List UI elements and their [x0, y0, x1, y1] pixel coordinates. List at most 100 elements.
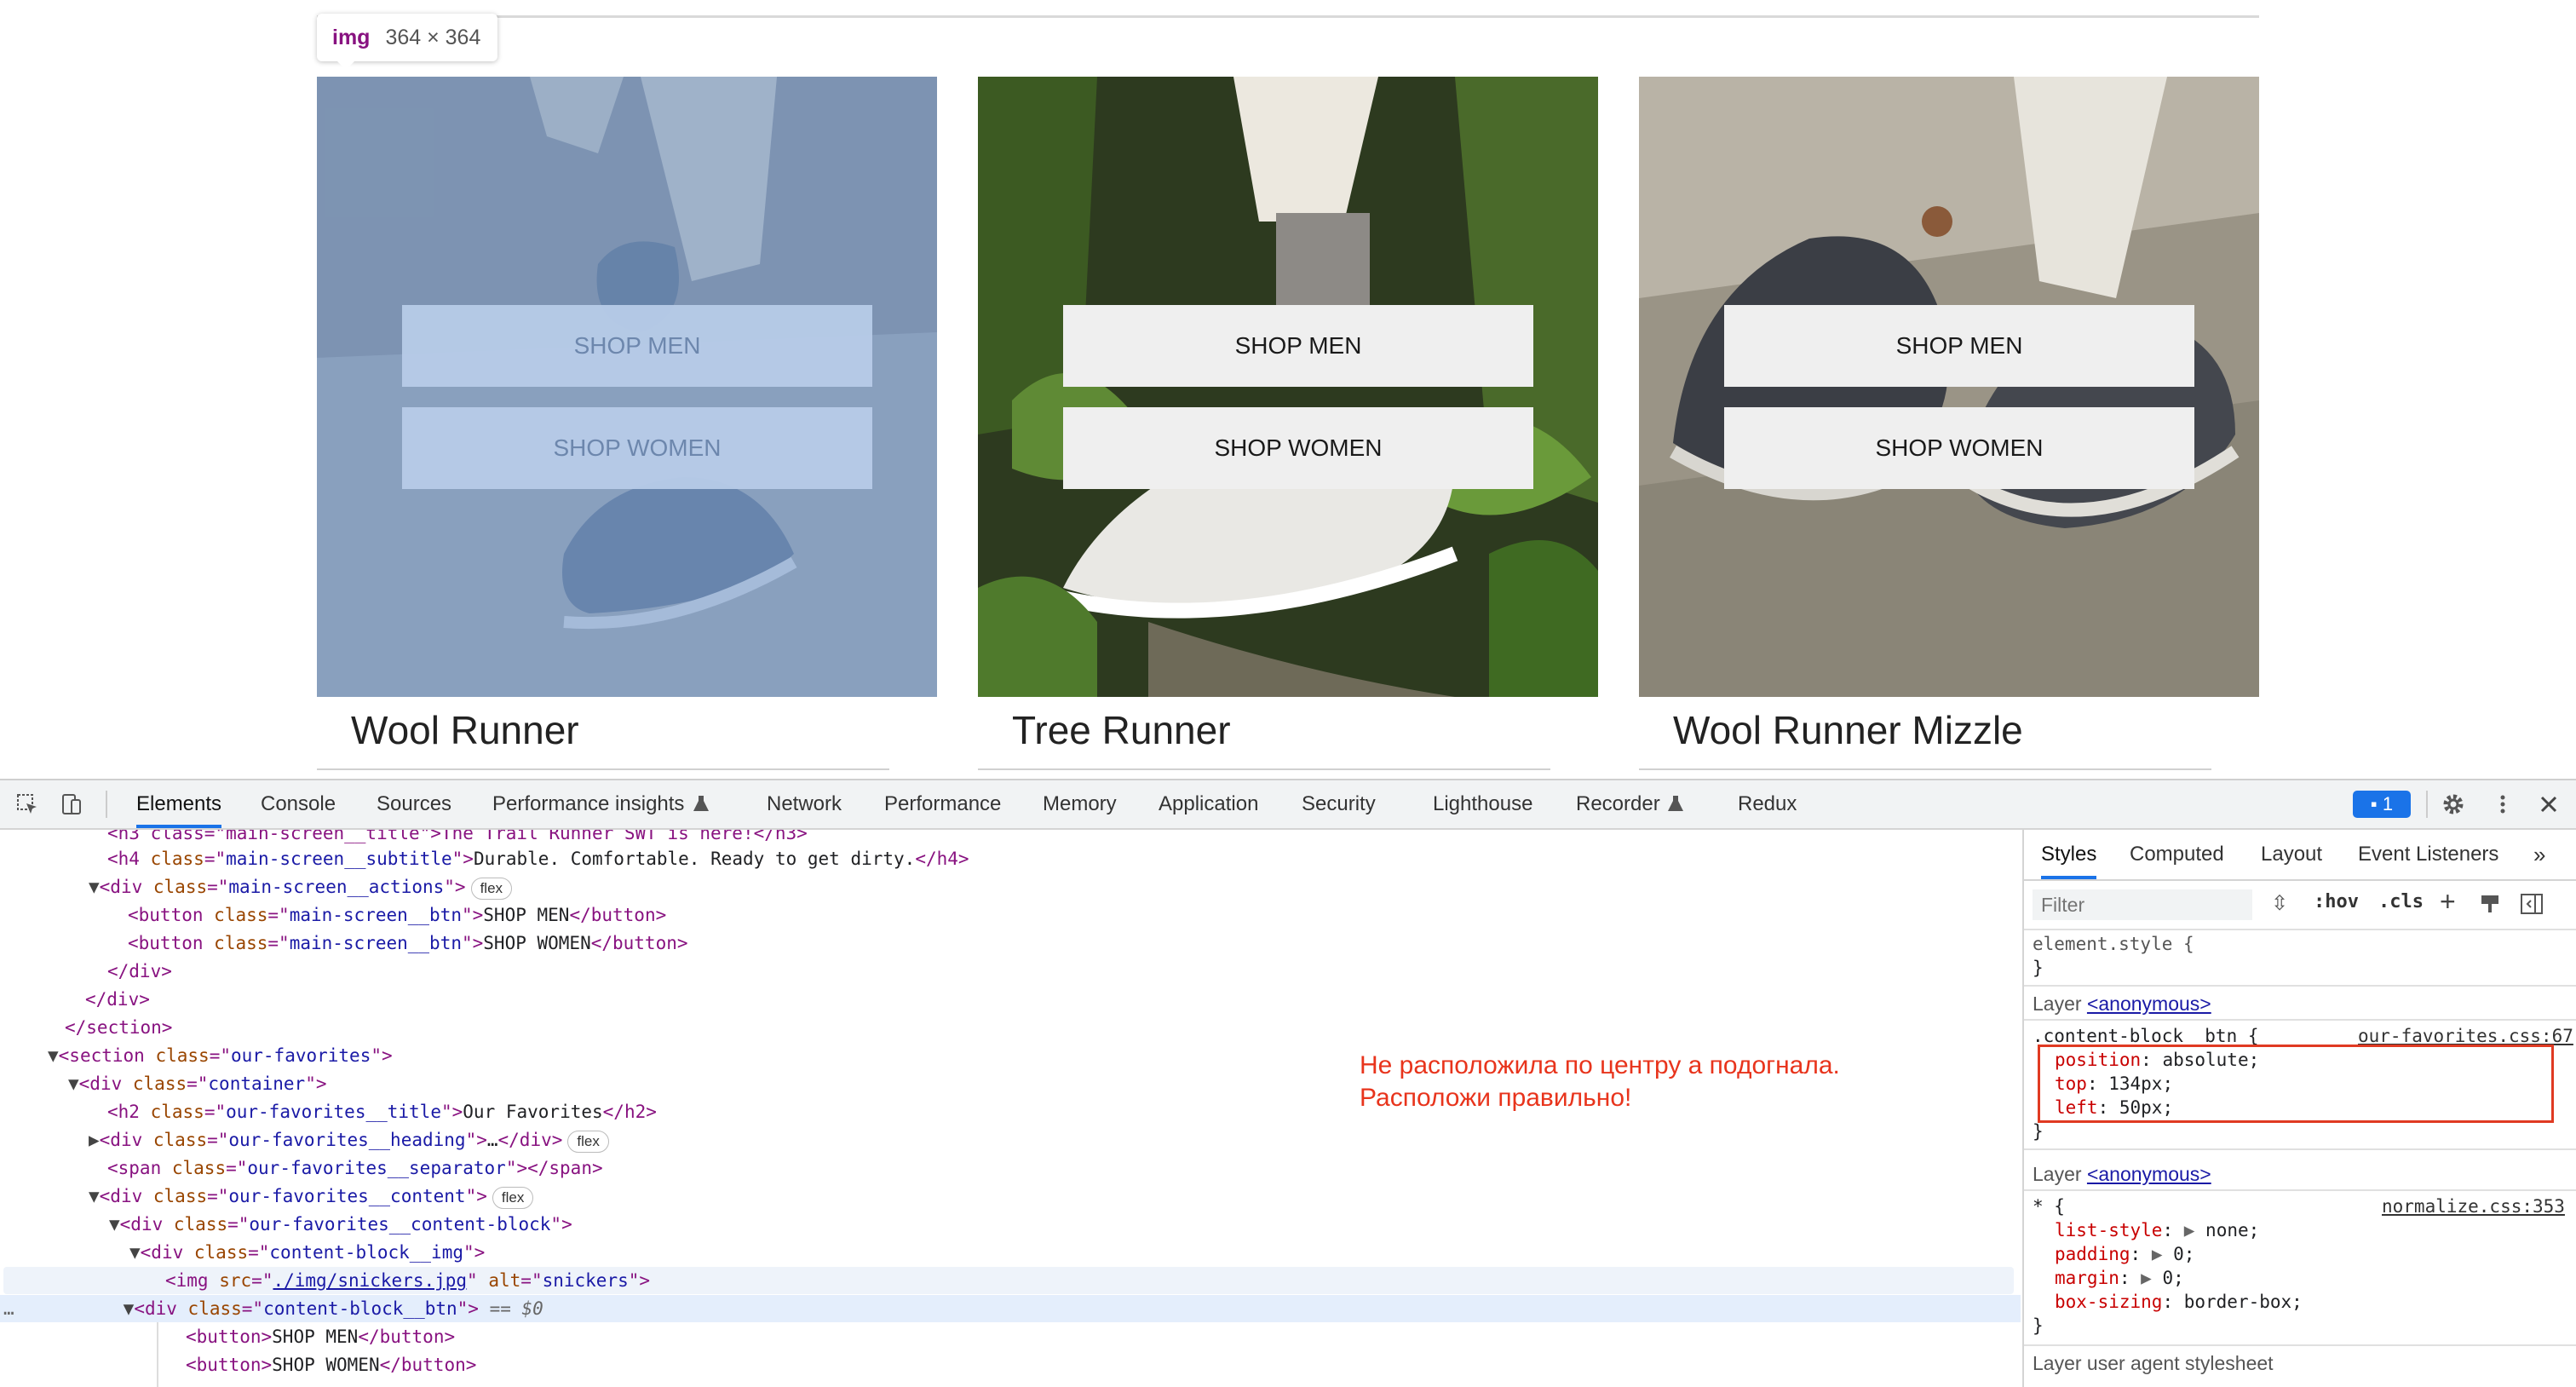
dom-line-actions[interactable]: ▼<div class="main-screen__actions"> flex	[89, 873, 513, 901]
tab-lighthouse[interactable]: Lighthouse	[1433, 780, 1532, 828]
dom-line-title[interactable]: <h2 class="our-favorites__title">Our Fav…	[107, 1098, 657, 1125]
dom-line-button[interactable]: <button>SHOP WOMEN</button>	[186, 1351, 476, 1378]
tooltip-dimensions: 364 × 364	[385, 25, 481, 49]
dom-line-button[interactable]: <button class="main-screen__btn">SHOP WO…	[128, 929, 688, 957]
styles-filter-row: ⇳ :hov .cls +	[2024, 881, 2576, 930]
dom-line-img-wrapper[interactable]: ▼<div class="content-block__img">	[129, 1239, 485, 1266]
paint-bucket-icon[interactable]	[2479, 893, 2501, 915]
toggle-layers-icon[interactable]: ⇳	[2271, 891, 2288, 916]
tab-performance-insights[interactable]: Performance insights	[492, 780, 684, 828]
experiment-flask-icon	[1668, 796, 1683, 811]
dom-line-content[interactable]: ▼<div class="our-favorites__content"> fle…	[89, 1183, 534, 1210]
device-toolbar-icon[interactable]	[60, 792, 83, 816]
annotation-line-2: Расположи правильно!	[1360, 1084, 1632, 1112]
attr-value: our-favorites__title	[226, 1102, 441, 1122]
tab-redux[interactable]: Redux	[1738, 780, 1797, 828]
tab-elements[interactable]: Elements	[136, 780, 222, 828]
tab-application[interactable]: Application	[1159, 780, 1258, 828]
dom-line-selected[interactable]: … ▼<div class="content-block__btn"> == $0	[0, 1295, 2021, 1322]
tab-console[interactable]: Console	[261, 780, 336, 828]
devtools-tabbar: Elements Console Sources Performance ins…	[0, 780, 2576, 830]
annotation-note: Не расположила по центру а подогнала. Ра…	[1360, 1050, 1840, 1114]
tab-sources[interactable]: Sources	[377, 780, 451, 828]
rule-selector[interactable]: * {	[2033, 1194, 2065, 1218]
flex-badge[interactable]: flex	[470, 878, 513, 900]
node-text: SHOP WOMEN	[272, 1355, 380, 1375]
tab-recorder[interactable]: Recorder	[1576, 780, 1660, 828]
css-property: list-style	[2055, 1220, 2163, 1240]
css-property: padding	[2055, 1244, 2130, 1264]
new-rule-plus-icon[interactable]: +	[2440, 886, 2456, 918]
settings-gear-icon[interactable]	[2441, 792, 2465, 816]
attr-value: our-favorites__content-block	[249, 1214, 551, 1234]
toolbar-divider	[106, 791, 107, 818]
inspect-element-icon[interactable]	[15, 792, 39, 816]
computed-sidebar-toggle-icon[interactable]	[2520, 893, 2544, 915]
dom-line-img-hovered[interactable]: <img src="./img/snickers.jpg" alt="snick…	[3, 1267, 2014, 1294]
more-options-icon[interactable]	[2491, 792, 2515, 816]
annotation-red-box	[2038, 1045, 2554, 1123]
tooltip-arrow	[337, 61, 354, 70]
rule-separator	[2024, 1019, 2576, 1021]
tab-layout[interactable]: Layout	[2261, 830, 2322, 879]
layer-label: Layer	[2033, 1163, 2082, 1185]
shop-women-button[interactable]: SHOP WOMEN	[402, 407, 872, 489]
layer-anonymous-link[interactable]: <anonymous>	[2087, 1163, 2211, 1185]
flex-badge[interactable]: flex	[567, 1131, 609, 1153]
rule-close-brace: }	[2033, 1315, 2044, 1336]
rule-close-brace: }	[2033, 1121, 2044, 1142]
close-icon[interactable]	[2537, 792, 2561, 816]
hov-toggle[interactable]: :hov	[2314, 891, 2359, 912]
css-declaration[interactable]: padding: ▶ 0;	[2055, 1242, 2194, 1266]
shop-women-button[interactable]: SHOP WOMEN	[1724, 407, 2194, 489]
tab-event-listeners[interactable]: Event Listeners	[2358, 830, 2498, 879]
cls-toggle[interactable]: .cls	[2378, 891, 2424, 912]
page-viewport: SHOP MEN SHOP WOMEN Wool Runner SHOP MEN	[0, 0, 2576, 772]
dom-line-close[interactable]: </div>	[107, 958, 172, 985]
attr-value: main-screen__actions	[228, 877, 445, 897]
dom-line-close[interactable]: </div>	[85, 986, 150, 1013]
issues-badge[interactable]: ▪ 1	[2353, 791, 2411, 818]
shop-men-button[interactable]: SHOP MEN	[1724, 305, 2194, 387]
shop-men-button[interactable]: SHOP MEN	[402, 305, 872, 387]
dom-line-container[interactable]: ▼<div class="container">	[68, 1070, 327, 1097]
layer-anonymous-link[interactable]: <anonymous>	[2087, 993, 2211, 1015]
css-value: 0;	[2162, 1268, 2184, 1288]
shop-men-button[interactable]: SHOP MEN	[1063, 305, 1533, 387]
section-top-divider	[317, 15, 2259, 18]
rule-source-link[interactable]: normalize.css:353	[2382, 1194, 2565, 1218]
dom-line-separator[interactable]: <span class="our-favorites__separator"><…	[107, 1154, 603, 1182]
css-declaration[interactable]: box-sizing: border-box;	[2055, 1290, 2303, 1314]
more-tabs-chevron-icon[interactable]: »	[2533, 830, 2545, 879]
styles-filter-input[interactable]	[2033, 889, 2252, 920]
dom-line-close[interactable]: </section>	[65, 1014, 172, 1041]
dom-line-subtitle[interactable]: <h4 class="main-screen__subtitle">Durabl…	[107, 845, 969, 872]
tab-performance[interactable]: Performance	[884, 780, 1001, 828]
selected-marker: == $0	[489, 1298, 543, 1319]
tab-styles[interactable]: Styles	[2041, 830, 2097, 879]
dom-line-button[interactable]: <button class="main-screen__btn">SHOP ME…	[128, 901, 666, 929]
css-declaration[interactable]: margin: ▶ 0;	[2055, 1266, 2184, 1290]
css-declaration[interactable]: list-style: ▶ none;	[2055, 1218, 2259, 1242]
tab-security[interactable]: Security	[1302, 780, 1376, 828]
attr-value: container	[208, 1073, 306, 1094]
img-src-link[interactable]: ./img/snickers.jpg	[273, 1270, 467, 1291]
attr-value: our-favorites__heading	[228, 1130, 466, 1150]
tag-name: h4	[118, 849, 140, 869]
element-style-selector[interactable]: element.style {	[2033, 932, 2194, 956]
dom-line-button[interactable]: <button>SHOP MEN</button>	[186, 1323, 455, 1350]
layer-label: Layer	[2033, 993, 2082, 1015]
node-text: Our Favorites	[463, 1102, 603, 1122]
flex-badge[interactable]: flex	[492, 1187, 534, 1209]
tab-memory[interactable]: Memory	[1043, 780, 1117, 828]
rule-close-brace: }	[2033, 958, 2044, 978]
layer-header: Layer <anonymous>	[2033, 1162, 2211, 1186]
product-image	[978, 77, 1598, 697]
dom-line-content-block[interactable]: ▼<div class="our-favorites__content-bloc…	[109, 1211, 572, 1238]
dom-line-cut[interactable]: <h3 class="main-screen__title">The Trail…	[107, 830, 808, 847]
tab-computed[interactable]: Computed	[2130, 830, 2224, 879]
dom-line-heading[interactable]: ▶<div class="our-favorites__heading">…</…	[89, 1126, 609, 1154]
shop-women-button[interactable]: SHOP WOMEN	[1063, 407, 1533, 489]
dom-line-section[interactable]: ▼<section class="our-favorites">	[48, 1042, 393, 1069]
tab-network[interactable]: Network	[767, 780, 842, 828]
